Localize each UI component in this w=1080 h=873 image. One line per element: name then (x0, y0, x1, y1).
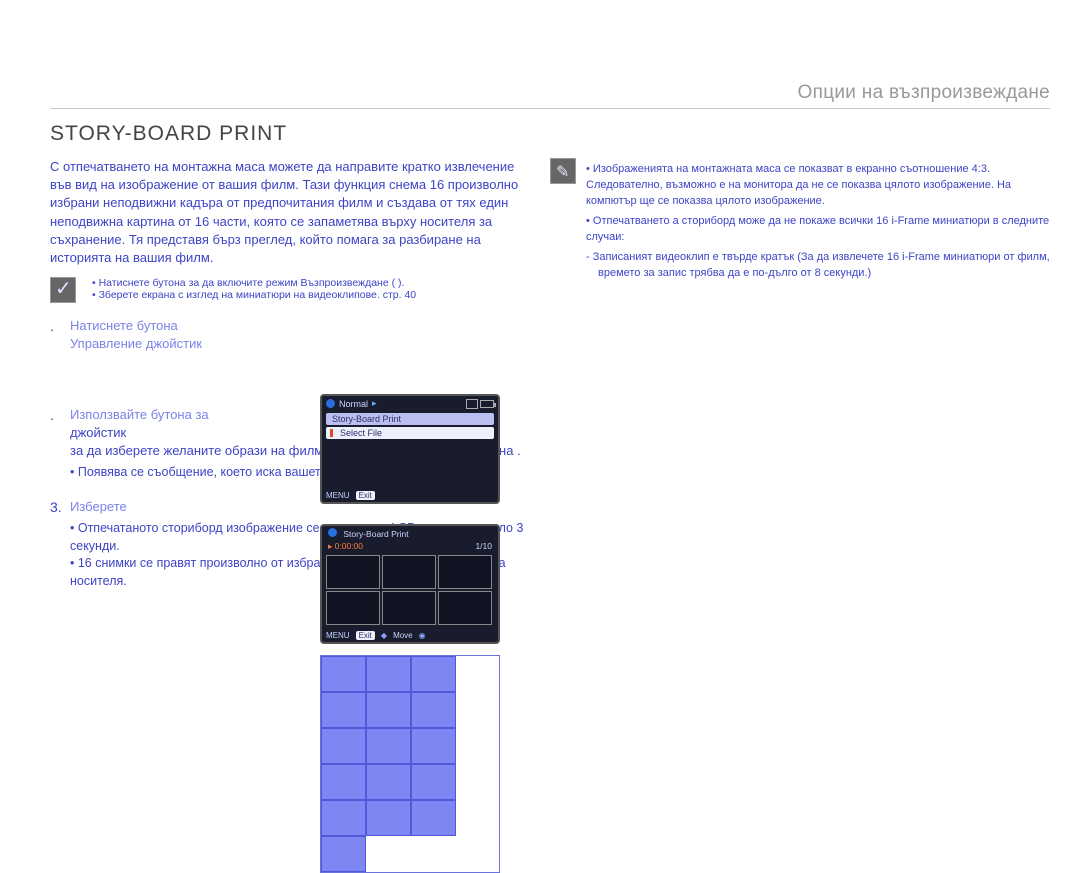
thumbnail[interactable] (438, 555, 492, 589)
storyboard-cell (321, 692, 366, 728)
note-dash-item: Записаният видеоклип е твърде кратък (За… (586, 250, 1050, 282)
step-head: Натиснете бутона (70, 318, 178, 333)
menu-item-storyboard[interactable]: Story-Board Print (326, 413, 494, 425)
thumbnail[interactable] (382, 591, 436, 625)
menu-item-select-file[interactable]: Select File (326, 427, 494, 439)
storyboard-cell (411, 656, 456, 692)
storyboard-cell (321, 656, 366, 692)
intro-paragraph: С отпечатването на монтажна маса можете … (50, 158, 530, 267)
step-number: . (50, 406, 54, 426)
precheck-list: Натиснете бутона за да включите режим Въ… (86, 277, 416, 301)
play-icon: ▸ 0:00:00 (328, 541, 363, 552)
note-block: Изображенията на монтажната маса се пока… (550, 158, 1050, 282)
storyboard-cell (321, 836, 366, 872)
note-item: Отпечатването а сториборд може да не пок… (586, 214, 1050, 246)
ok-icon: ◉ (419, 631, 426, 640)
storyboard-cell (411, 764, 456, 800)
precheck-block: Натиснете бутона за да включите режим Въ… (50, 277, 530, 303)
step-head: Управление джойстик (70, 336, 202, 351)
device-mode: Normal (339, 399, 368, 409)
device-time: 0:00:00 (335, 541, 363, 551)
precheck-item: Зберете екрана с изглед на миниатюри на … (92, 289, 416, 301)
thumbnail[interactable] (382, 555, 436, 589)
step-head: Изберете (70, 499, 127, 514)
card-icon (466, 399, 478, 409)
move-label: Move (393, 631, 413, 640)
precheck-item: Натиснете бутона за да включите режим Въ… (92, 277, 416, 289)
record-dot-icon (326, 399, 335, 408)
thumbnail-grid (322, 552, 498, 628)
step-number: 3. (50, 498, 62, 518)
device-screenshot-menu: Normal ▸ Story-Board Print Select File M… (320, 394, 500, 504)
storyboard-cell (411, 692, 456, 728)
thumbnail[interactable] (438, 591, 492, 625)
menu-item-label: Select File (340, 428, 382, 438)
menu-label: MENU (326, 631, 350, 640)
exit-chip[interactable]: Exit (356, 631, 375, 640)
thumbnail[interactable] (326, 555, 380, 589)
device-counter: 1/10 (475, 541, 492, 552)
storyboard-cell (321, 764, 366, 800)
storyboard-cell (321, 800, 366, 836)
device-screenshot-thumbs: Story-Board Print ▸ 0:00:00 1/10 MENU Ex… (320, 524, 500, 644)
storyboard-cell (366, 656, 411, 692)
step-number: . (50, 317, 54, 337)
storyboard-cell (321, 728, 366, 764)
note-item: Изображенията на монтажната маса се пока… (586, 162, 1050, 210)
storyboard-cell (366, 764, 411, 800)
play-icon: ▸ (372, 398, 377, 409)
marker-icon (330, 429, 333, 437)
breadcrumb: Опции на възпроизвеждане (50, 82, 1050, 109)
pencil-icon (550, 158, 576, 184)
step-head: Използвайте бутона за (70, 407, 209, 422)
thumbnail[interactable] (326, 591, 380, 625)
storyboard-cell (411, 800, 456, 836)
storyboard-cell (411, 728, 456, 764)
storyboard-result-grid (320, 655, 500, 873)
storyboard-cell (366, 800, 411, 836)
checkmark-icon (50, 277, 76, 303)
device-title: Story-Board Print (343, 529, 408, 539)
battery-icon (480, 400, 494, 408)
section-title: STORY-BOARD PRINT (50, 122, 1050, 146)
record-dot-icon (328, 528, 337, 537)
exit-chip[interactable]: Exit (356, 491, 375, 500)
storyboard-cell (366, 692, 411, 728)
step-1: . Натиснете бутона Управление джойстик (50, 317, 530, 390)
step-subhead: джойстик (70, 425, 126, 440)
storyboard-cell (366, 728, 411, 764)
menu-label: MENU (326, 491, 350, 500)
nav-icon: ◆ (381, 631, 387, 640)
